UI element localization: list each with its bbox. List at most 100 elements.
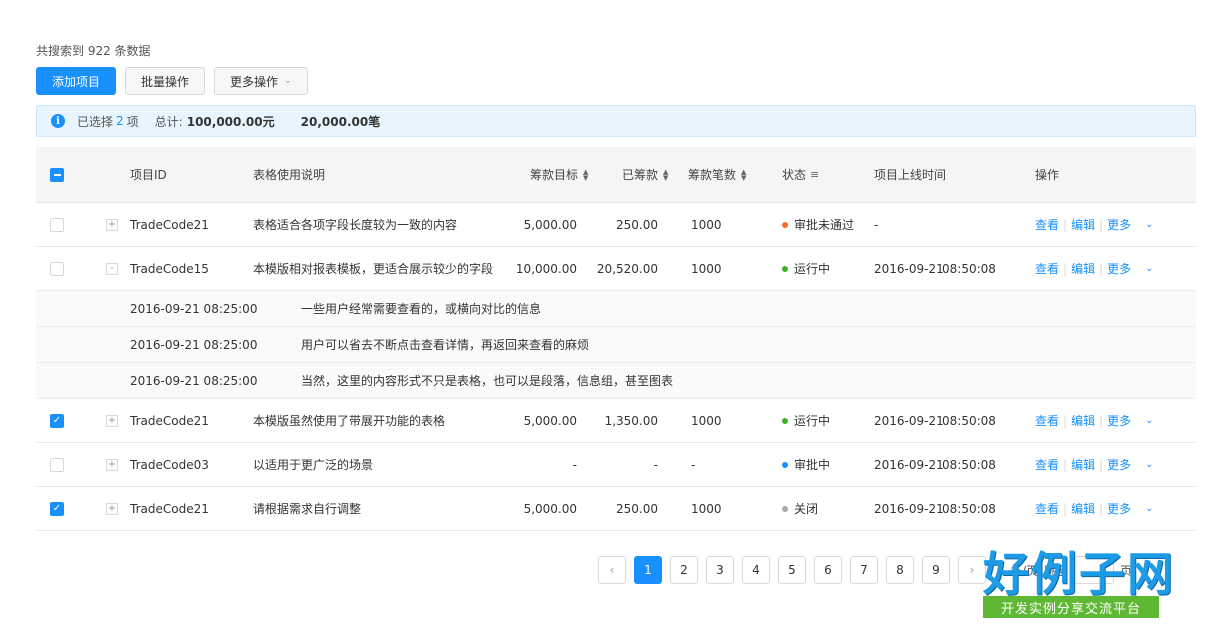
more-link[interactable]: 更多: [1107, 412, 1131, 429]
cell-raised: 1,350.00: [604, 413, 658, 428]
watermark-slogan: 开发实例分享交流平台: [983, 596, 1159, 618]
header-count-label: 筹款笔数: [688, 168, 737, 182]
page-button[interactable]: 9: [922, 556, 950, 584]
cell-project-id: TradeCode03: [130, 457, 209, 472]
expand-icon[interactable]: +: [106, 218, 118, 231]
page-button[interactable]: 5: [778, 556, 806, 584]
cell-target: 5,000.00: [523, 413, 577, 428]
more-operations-dropdown[interactable]: 更多操作 ⌄: [214, 67, 308, 95]
page-button[interactable]: 7: [850, 556, 878, 584]
status-label: 关闭: [794, 502, 819, 516]
page-button[interactable]: 4: [742, 556, 770, 584]
detail-text: 一些用户经常需要查看的，或横向对比的信息: [301, 302, 542, 316]
cell-raised: -: [653, 457, 658, 472]
edit-link[interactable]: 编辑: [1071, 500, 1095, 517]
page-button[interactable]: 8: [886, 556, 914, 584]
edit-link[interactable]: 编辑: [1071, 260, 1095, 277]
cell-project-id: TradeCode15: [130, 261, 209, 276]
header-project-id: 项目ID: [130, 168, 167, 182]
edit-link[interactable]: 编辑: [1071, 456, 1095, 473]
row-checkbox[interactable]: [50, 261, 64, 276]
more-link[interactable]: 更多: [1107, 216, 1131, 233]
chevron-down-icon[interactable]: ⌄: [1145, 459, 1153, 470]
watermark-logo: 好例子网 开发实例分享交流平台: [975, 538, 1185, 624]
table-row: - TradeCode15 本模版相对报表模板，更适合展示较少的字段 10,00…: [36, 247, 1196, 291]
chevron-down-icon: ⌄: [284, 76, 292, 86]
total-label: 总计:: [154, 114, 183, 129]
header-raised-label: 已筹款: [622, 168, 659, 182]
row-checkbox[interactable]: ✓: [50, 413, 64, 428]
expand-icon[interactable]: +: [106, 414, 118, 427]
expanded-detail-row: 2016-09-21 08:25:00 用户可以省去不断点击查看详情，再返回来查…: [36, 327, 1196, 363]
sort-icon[interactable]: ▲ ▼: [583, 168, 588, 181]
chevron-down-icon[interactable]: ⌄: [1145, 263, 1153, 274]
total-amount: 100,000.00元: [186, 114, 275, 129]
cell-description: 请根据需求自行调整: [253, 502, 362, 516]
cell-raised: 20,520.00: [596, 261, 658, 276]
cell-operations: 查看 | 编辑 | 更多 ⌄: [1035, 216, 1154, 233]
page-button[interactable]: 1: [634, 556, 662, 584]
view-link[interactable]: 查看: [1035, 260, 1059, 277]
detail-text: 用户可以省去不断点击查看详情，再返回来查看的麻烦: [301, 338, 590, 352]
status-dot: [782, 417, 788, 424]
status-dot: [782, 461, 788, 468]
table-row: + TradeCode03 以适用于更广泛的场景 - - - 审批中 2016-…: [36, 443, 1196, 487]
status-label: 运行中: [794, 262, 831, 276]
view-link[interactable]: 查看: [1035, 500, 1059, 517]
cell-count: 1000: [691, 217, 722, 232]
status-label: 运行中: [794, 414, 831, 428]
expand-icon[interactable]: +: [106, 502, 118, 515]
header-target[interactable]: 筹款目标 ▲ ▼: [530, 147, 588, 202]
cell-online-date: -: [874, 217, 879, 232]
cell-count: 1000: [691, 501, 722, 516]
more-link[interactable]: 更多: [1107, 500, 1131, 517]
add-project-button[interactable]: 添加项目: [36, 67, 117, 95]
row-checkbox[interactable]: [50, 457, 64, 472]
table-row: + TradeCode21 表格适合各项字段长度较为一致的内容 5,000.00…: [36, 203, 1196, 247]
edit-link[interactable]: 编辑: [1071, 216, 1095, 233]
page-button[interactable]: 2: [670, 556, 698, 584]
more-link[interactable]: 更多: [1107, 260, 1131, 277]
table-header: 项目ID 表格使用说明 筹款目标 ▲ ▼ 已筹款 ▲ ▼ 筹款笔数 ▲ ▼ 状态 ≡ …: [36, 147, 1196, 203]
cell-description: 本模版相对报表模板，更适合展示较少的字段: [253, 262, 494, 276]
selected-count: 2: [116, 114, 124, 128]
status-label: 审批未通过: [794, 218, 855, 232]
header-target-label: 筹款目标: [530, 168, 579, 182]
header-online-time: 项目上线时间: [874, 168, 947, 182]
filter-icon[interactable]: ≡: [810, 168, 819, 181]
result-summary: 共搜索到 922 条数据: [36, 44, 151, 58]
more-link[interactable]: 更多: [1107, 456, 1131, 473]
sort-icon[interactable]: ▲ ▼: [663, 168, 668, 181]
row-checkbox[interactable]: [50, 217, 64, 232]
header-count[interactable]: 筹款笔数 ▲ ▼: [688, 147, 746, 202]
chevron-down-icon[interactable]: ⌄: [1145, 415, 1153, 426]
cell-online-date: 2016-09-21: [874, 501, 944, 516]
sort-icon[interactable]: ▲ ▼: [741, 168, 746, 181]
edit-link[interactable]: 编辑: [1071, 412, 1095, 429]
cell-status: 审批中: [782, 443, 830, 486]
cell-description: 以适用于更广泛的场景: [253, 458, 374, 472]
status-label: 审批中: [794, 458, 831, 472]
header-raised[interactable]: 已筹款 ▲ ▼: [622, 147, 668, 202]
prev-page-button[interactable]: ‹: [598, 556, 626, 584]
chevron-down-icon[interactable]: ⌄: [1145, 219, 1153, 230]
header-status[interactable]: 状态 ≡: [782, 147, 819, 202]
page-button[interactable]: 3: [706, 556, 734, 584]
batch-operation-button[interactable]: 批量操作: [125, 67, 206, 95]
cell-target: 5,000.00: [523, 217, 577, 232]
cell-online-time: 08:50:08: [942, 501, 996, 516]
cell-raised: 250.00: [616, 501, 658, 516]
cell-project-id: TradeCode21: [130, 501, 209, 516]
view-link[interactable]: 查看: [1035, 456, 1059, 473]
page-button[interactable]: 6: [814, 556, 842, 584]
cell-raised: 250.00: [616, 217, 658, 232]
view-link[interactable]: 查看: [1035, 216, 1059, 233]
view-link[interactable]: 查看: [1035, 412, 1059, 429]
expand-icon[interactable]: +: [106, 458, 118, 471]
cell-online-time: 08:50:08: [942, 457, 996, 472]
project-table: 项目ID 表格使用说明 筹款目标 ▲ ▼ 已筹款 ▲ ▼ 筹款笔数 ▲ ▼ 状态 ≡ …: [36, 147, 1196, 531]
select-all-checkbox[interactable]: [50, 167, 64, 182]
collapse-icon[interactable]: -: [106, 262, 118, 275]
row-checkbox[interactable]: ✓: [50, 501, 64, 516]
chevron-down-icon[interactable]: ⌄: [1145, 503, 1153, 514]
